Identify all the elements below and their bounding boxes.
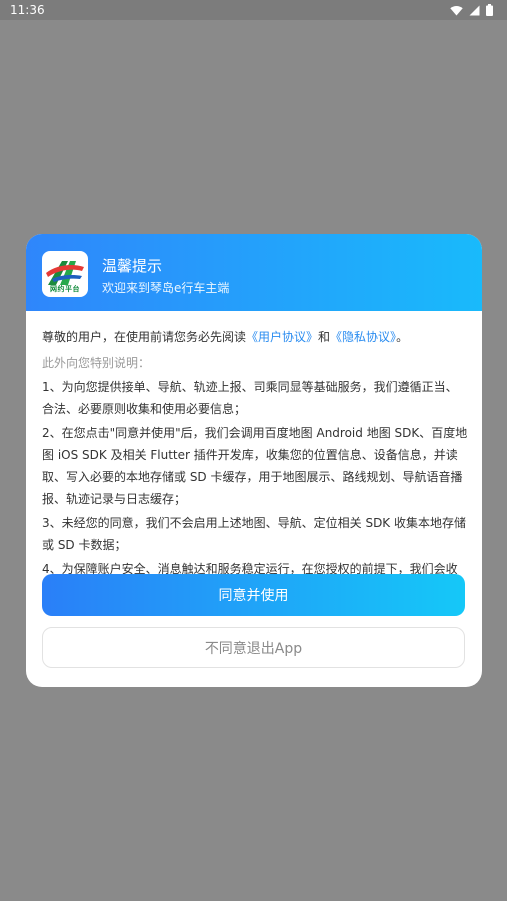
status-bar: 11:36	[0, 0, 507, 20]
intro-suffix: 。	[396, 330, 409, 344]
status-icons	[450, 4, 493, 16]
point-item: 1、为向您提供接单、导航、轨迹上报、司乘同显等基础服务，我们遵循正当、合法、必要…	[42, 380, 458, 416]
point-item: 2、在您点击"同意并使用"后，我们会调用百度地图 Android 地图 SDK、…	[42, 426, 468, 506]
point-item: 3、未经您的同意，我们不会启用上述地图、导航、定位相关 SDK 收集本地存储或 …	[42, 516, 466, 552]
agree-button[interactable]: 同意并使用	[42, 574, 465, 616]
battery-icon	[486, 4, 493, 16]
app-logo: 网约平台	[42, 251, 88, 297]
disagree-button[interactable]: 不同意退出App	[42, 627, 465, 668]
privacy-policy-link[interactable]: 《隐私协议》	[330, 330, 396, 344]
intro-prefix: 尊敬的用户，在使用前请您务必先阅读	[42, 330, 247, 344]
dialog-subtitle: 欢迎来到琴岛e行车主端	[102, 281, 230, 295]
special-note: 此外向您特别说明：	[42, 356, 151, 370]
dialog-header: 网约平台 温馨提示 欢迎来到琴岛e行车主端	[26, 234, 482, 311]
dialog-content: 尊敬的用户，在使用前请您务必先阅读《用户协议》和《隐私协议》。 此外向您特别说明…	[42, 326, 468, 604]
user-agreement-link[interactable]: 《用户协议》	[246, 330, 318, 344]
wifi-icon	[450, 5, 463, 15]
intro-and: 和	[318, 330, 331, 344]
logo-text: 网约平台	[50, 285, 80, 293]
privacy-dialog: 网约平台 温馨提示 欢迎来到琴岛e行车主端 尊敬的用户，在使用前请您务必先阅读《…	[26, 234, 482, 687]
intro-paragraph: 尊敬的用户，在使用前请您务必先阅读《用户协议》和《隐私协议》。	[42, 326, 468, 348]
status-time: 11:36	[10, 3, 45, 17]
dialog-title: 温馨提示	[102, 257, 163, 275]
signal-icon	[469, 5, 480, 15]
